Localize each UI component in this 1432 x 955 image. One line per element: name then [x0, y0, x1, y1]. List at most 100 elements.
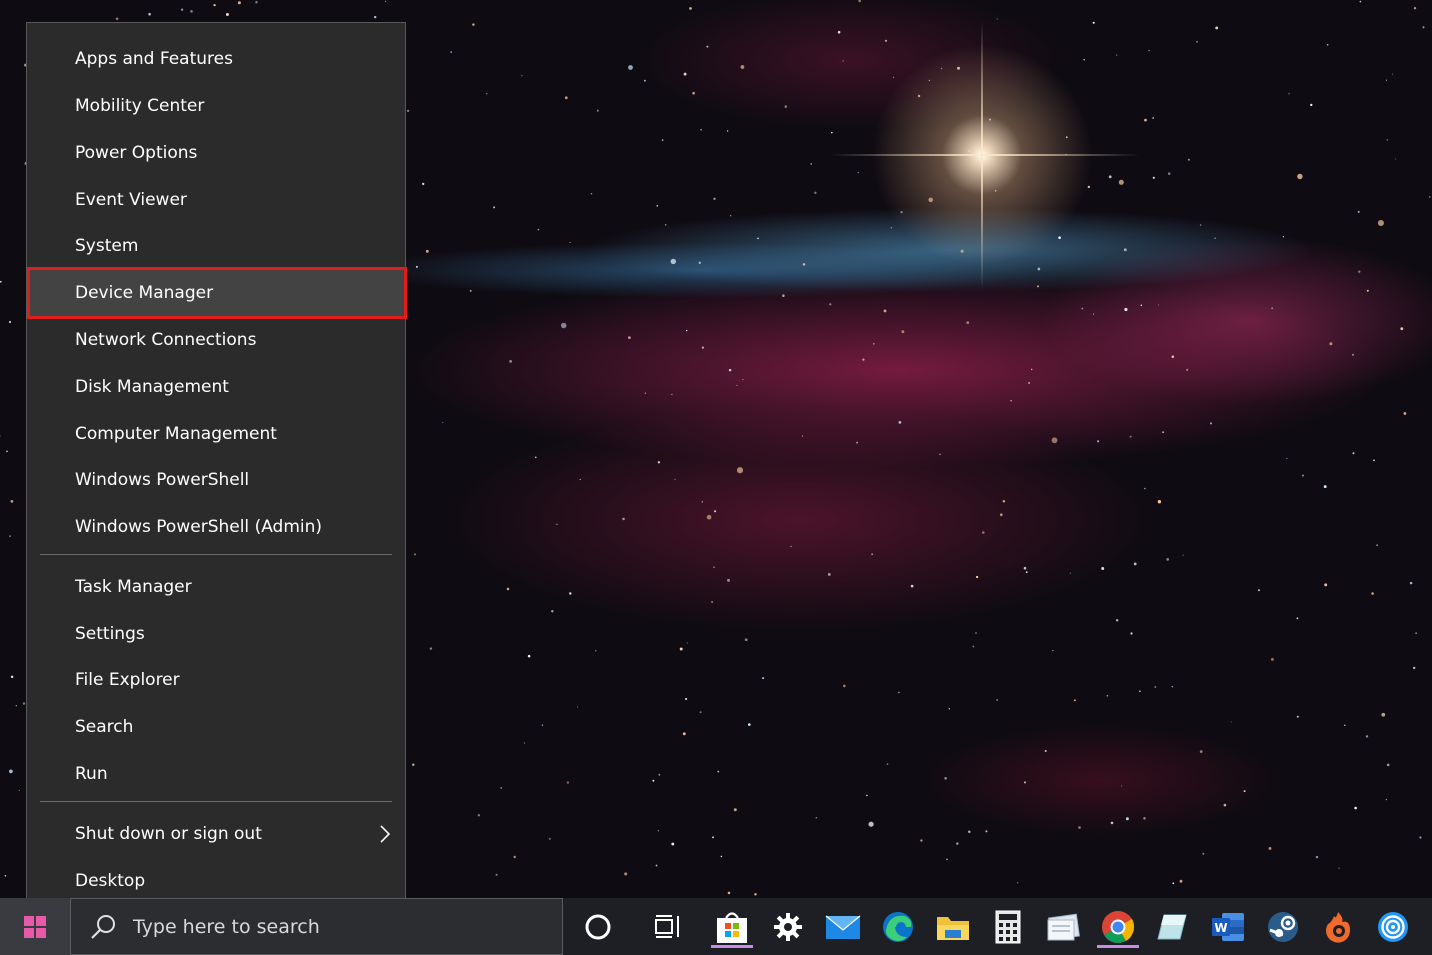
- steam-icon[interactable]: [1262, 906, 1304, 948]
- microsoft-store-icon[interactable]: [711, 906, 753, 948]
- star: [730, 215, 732, 217]
- menu-item-task-manager[interactable]: Task Manager: [31, 565, 403, 609]
- star: [1187, 158, 1190, 161]
- star: [1419, 836, 1422, 839]
- chevron-right-icon: [380, 825, 391, 843]
- menu-item-mobility-center[interactable]: Mobility Center: [31, 84, 403, 128]
- menu-item-run[interactable]: Run: [31, 752, 403, 796]
- star: [1310, 103, 1313, 107]
- star: [506, 587, 510, 591]
- star: [225, 13, 229, 16]
- star: [744, 638, 748, 642]
- menu-item-shut-down-or-sign-out[interactable]: Shut down or sign out: [31, 812, 403, 856]
- star: [1365, 735, 1369, 738]
- star: [1199, 224, 1202, 226]
- star: [643, 79, 646, 82]
- menu-item-file-explorer[interactable]: File Explorer: [31, 658, 403, 702]
- app-spiral-icon[interactable]: [1372, 906, 1414, 948]
- star: [706, 45, 709, 48]
- star: [720, 855, 723, 858]
- star: [1037, 267, 1041, 271]
- star: [996, 699, 998, 701]
- star: [689, 7, 692, 10]
- star: [996, 18, 998, 20]
- star: [1139, 690, 1141, 693]
- menu-item-windows-powershell[interactable]: Windows PowerShell: [31, 458, 403, 502]
- star: [683, 72, 687, 76]
- taskbar-search-box[interactable]: Type here to search: [70, 898, 563, 955]
- star: [1144, 487, 1146, 490]
- star: [1326, 44, 1329, 46]
- menu-separator: [40, 554, 392, 555]
- star: [406, 109, 410, 113]
- menu-item-desktop[interactable]: Desktop: [31, 859, 403, 903]
- star: [415, 265, 418, 268]
- settings-gear-icon[interactable]: [767, 906, 809, 948]
- start-button[interactable]: [0, 898, 70, 955]
- star: [1385, 798, 1388, 801]
- menu-item-search[interactable]: Search: [31, 705, 403, 749]
- word-icon[interactable]: W: [1207, 906, 1249, 948]
- menu-item-system[interactable]: System: [31, 224, 403, 268]
- star: [726, 130, 729, 132]
- star: [1282, 236, 1285, 238]
- star: [857, 172, 859, 174]
- star: [727, 891, 731, 895]
- star: [1186, 368, 1189, 372]
- chrome-icon[interactable]: [1097, 906, 1139, 948]
- star: [1202, 852, 1205, 855]
- star: [837, 30, 841, 34]
- star: [537, 228, 540, 231]
- star: [1124, 307, 1128, 312]
- notepad-icon[interactable]: [1042, 906, 1084, 948]
- star: [477, 814, 481, 817]
- star: [1257, 589, 1261, 592]
- star: [0, 435, 1, 437]
- star: [1023, 566, 1027, 570]
- active-indicator: [711, 945, 753, 948]
- calculator-icon[interactable]: [987, 906, 1029, 948]
- star: [1092, 313, 1095, 315]
- star: [255, 1, 258, 4]
- menu-item-network-connections[interactable]: Network Connections: [31, 318, 403, 362]
- menu-item-device-manager[interactable]: Device Manager: [27, 267, 407, 319]
- star: [1023, 781, 1027, 784]
- star: [1288, 93, 1290, 95]
- active-indicator: [1097, 945, 1139, 948]
- menu-item-settings[interactable]: Settings: [31, 612, 403, 656]
- star: [1268, 846, 1272, 850]
- star: [521, 75, 523, 77]
- star: [624, 872, 628, 876]
- star: [658, 773, 661, 776]
- star: [754, 893, 757, 896]
- star: [1413, 666, 1416, 670]
- star: [486, 93, 488, 95]
- menu-item-power-options[interactable]: Power Options: [31, 131, 403, 175]
- star: [883, 309, 887, 313]
- menu-item-disk-management[interactable]: Disk Management: [31, 365, 403, 409]
- star: [1386, 79, 1388, 81]
- task-view-icon[interactable]: [647, 906, 689, 948]
- menu-item-computer-management[interactable]: Computer Management: [31, 412, 403, 456]
- star: [1052, 650, 1054, 652]
- star: [148, 12, 151, 16]
- star: [1078, 826, 1081, 829]
- star: [1344, 724, 1346, 727]
- star: [842, 684, 846, 688]
- menu-item-apps-and-features[interactable]: Apps and Features: [31, 37, 403, 81]
- taskbar: Type here to search W: [0, 898, 1432, 955]
- star: [1101, 567, 1105, 570]
- star: [190, 10, 193, 13]
- star: [920, 839, 923, 842]
- mail-icon[interactable]: [822, 906, 864, 948]
- file-explorer-icon[interactable]: [932, 906, 974, 948]
- cortana-icon[interactable]: [577, 906, 619, 948]
- paint-icon[interactable]: [1152, 906, 1194, 948]
- edge-icon[interactable]: [877, 906, 919, 948]
- star: [661, 139, 664, 141]
- firefox-icon[interactable]: [1317, 906, 1359, 948]
- star: [736, 467, 744, 474]
- menu-item-event-viewer[interactable]: Event Viewer: [31, 178, 403, 222]
- star: [968, 149, 971, 152]
- menu-item-windows-powershell-admin[interactable]: Windows PowerShell (Admin): [31, 505, 403, 549]
